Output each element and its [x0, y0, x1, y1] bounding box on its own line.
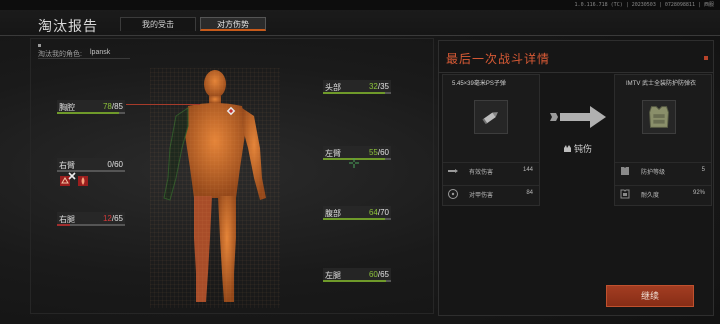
elimination-report-screen: 1.0.116.718 (TC) | 20230503 | 0728098811…: [0, 0, 720, 324]
health-bar: [323, 92, 391, 94]
body-part-right-leg: 右腿 12/65: [57, 212, 125, 226]
build-info: 1.0.116.718 (TC) | 20230503 | 0728098811…: [574, 2, 714, 8]
body-part-stomach: 腹部 64/70: [323, 206, 391, 220]
durability-icon: [620, 189, 630, 199]
part-health: 60/65: [368, 270, 389, 279]
part-health: 55/60: [368, 148, 389, 157]
body-part-head: 头部 32/35: [323, 80, 391, 94]
ammo-stat-effective-damage: 有效伤害 144: [443, 162, 539, 178]
bleeding-icon: [78, 176, 88, 186]
part-health: 12/65: [102, 214, 123, 223]
killer-divider: [38, 58, 130, 59]
body-part-left-leg: 左腿 60/65: [323, 268, 391, 282]
health-bar: [323, 218, 391, 220]
armor-name: IMTV 武士全装防护防弹衣: [626, 81, 696, 87]
top-status-strip: 1.0.116.718 (TC) | 20230503 | 0728098811…: [0, 0, 720, 10]
blunt-damage-icon: [564, 145, 571, 152]
part-health: 0/60: [107, 160, 123, 169]
panel-corner-mark-icon: [704, 56, 708, 60]
damage-type-label: 钝伤: [574, 144, 593, 154]
health-bar: [57, 224, 125, 226]
chest-hit-pointer: [126, 104, 200, 105]
ammo-stat-armor-damage: 对甲伤害 84: [443, 185, 539, 201]
ammo-item-slot[interactable]: [474, 100, 508, 134]
armor-damage-target-icon: [448, 189, 458, 199]
part-health: 32/35: [368, 82, 389, 91]
armor-item-slot[interactable]: [642, 100, 676, 134]
killer-marker-icon: [38, 44, 41, 47]
armor-class-icon: [621, 167, 629, 175]
destroyed-cross-icon: [68, 172, 76, 180]
hit-direction-arrow-icon: [550, 106, 606, 128]
last-battle-title: 最后一次战斗详情: [446, 52, 551, 66]
body-part-right-arm: 右臂 0/60: [57, 158, 125, 172]
panel-divider: [438, 72, 714, 73]
header-bar: [0, 10, 720, 36]
page-title: 淘汰报告: [38, 18, 98, 34]
tab-my-hits[interactable]: 我的受击: [120, 17, 196, 31]
part-health: 64/70: [368, 208, 389, 217]
armor-stat-durability: 耐久度 92%: [615, 185, 711, 201]
ammo-name: 5.45×39毫米PS子弹: [452, 81, 506, 87]
part-health: 78/85: [102, 102, 123, 111]
health-bar: [57, 112, 125, 114]
armor-stat-class: 防护等级 5: [615, 162, 711, 178]
killer-name: lpansk: [90, 49, 111, 56]
bullet-icon: [482, 112, 498, 125]
health-bar: [323, 280, 391, 282]
body-part-chest: 胸腔 78/85: [57, 100, 125, 114]
tab-enemy-injuries[interactable]: 对方伤势: [200, 17, 266, 31]
crosshair-icon: [349, 158, 359, 168]
bullet-damage-icon: [448, 169, 458, 173]
body-armor-icon: [649, 106, 669, 128]
continue-button[interactable]: 继续: [606, 285, 694, 307]
